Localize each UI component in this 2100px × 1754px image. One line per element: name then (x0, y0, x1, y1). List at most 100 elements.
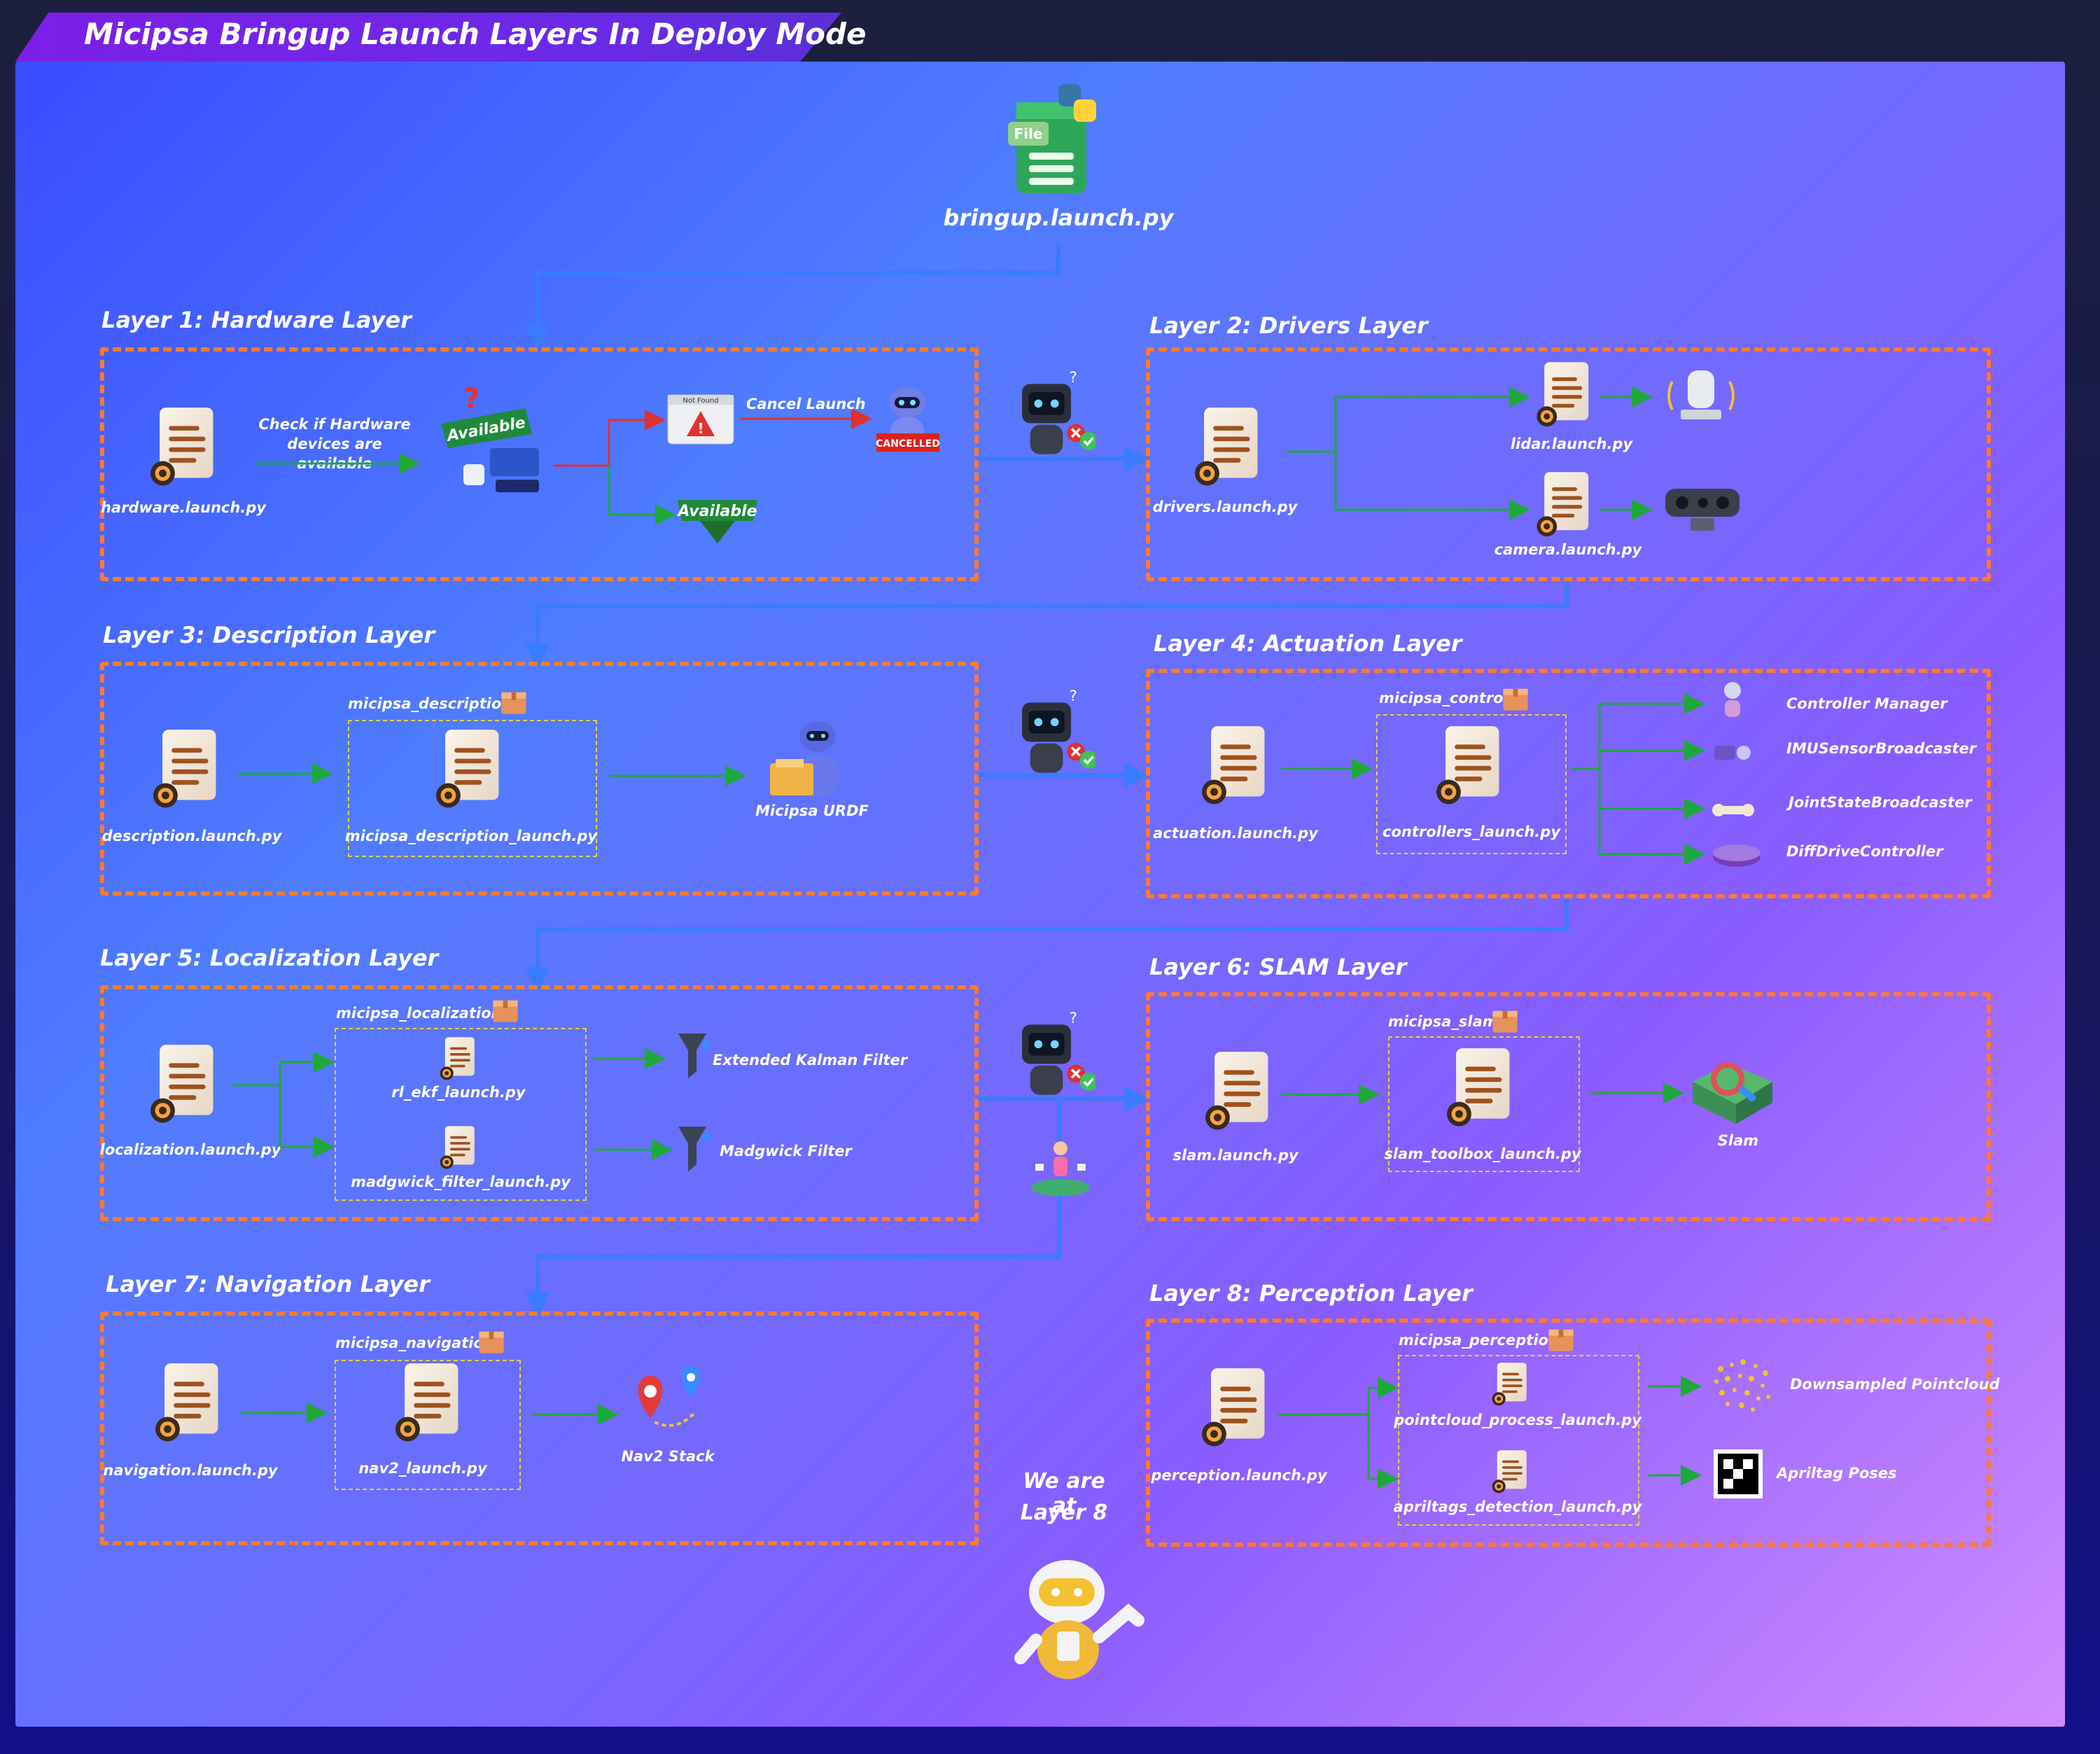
package-label: micipsa_slam (1388, 1013, 1498, 1030)
ekf-label: Extended Kalman Filter (713, 1052, 908, 1069)
python-file-icon: File (1008, 84, 1096, 193)
joint-broadcaster-label: JointStateBroadcaster (1788, 794, 1972, 811)
file-icon (146, 406, 223, 490)
file-icon (1200, 1050, 1278, 1134)
package-file-label: micipsa_description_launch.py (344, 828, 598, 844)
location-pin-icon (638, 1366, 701, 1427)
svg-text:!: ! (697, 420, 704, 437)
diffdrive-label: DiffDriveController (1786, 843, 1943, 860)
package-file-label: nav2_launch.py (358, 1460, 487, 1477)
file-icon (150, 1362, 227, 1446)
lidar-icon (1667, 370, 1735, 419)
file-icon (1533, 471, 1596, 541)
file-icon (1197, 1367, 1274, 1451)
nav2-label: Nav2 Stack (621, 1448, 715, 1465)
package-label: micipsa_description (348, 695, 512, 712)
check-robot-icon (983, 1008, 1110, 1106)
file-icon (146, 1043, 223, 1127)
file-icon (1432, 725, 1508, 809)
svg-text:Not Found: Not Found (682, 397, 718, 405)
layer2-file-label: drivers.launch.py (1152, 499, 1298, 515)
camera-file-label: camera.launch.py (1494, 541, 1642, 558)
available-badge-icon: Available (676, 500, 757, 543)
waypoint-person-icon (1031, 1141, 1090, 1196)
slam-label: Slam (1717, 1132, 1759, 1149)
controller-manager-label: Controller Manager (1786, 695, 1947, 712)
status-line2: Layer 8 (1020, 1501, 1108, 1525)
svg-text:File: File (1014, 125, 1043, 142)
imu-broadcaster-label: IMUSensorBroadcaster (1786, 740, 1977, 757)
layer6-file-label: slam.launch.py (1172, 1147, 1298, 1164)
layer5-title: Layer 5: Localization Layer (100, 945, 439, 971)
file-icon (438, 1036, 479, 1083)
package-icon (1490, 1005, 1520, 1036)
root-file-label: bringup.launch.py (943, 204, 1174, 231)
layer8-file-label: perception.launch.py (1151, 1467, 1327, 1484)
package-icon (490, 994, 521, 1025)
layer6-title: Layer 6: SLAM Layer (1149, 954, 1407, 980)
file-icon (1490, 1449, 1532, 1496)
pointcloud-label: Downsampled Pointcloud (1790, 1376, 2000, 1393)
file-icon (1490, 1362, 1532, 1408)
package-icon (476, 1325, 507, 1356)
svg-text:CANCELLED: CANCELLED (876, 438, 940, 450)
layer1-file-label: hardware.launch.py (100, 499, 267, 516)
not-found-icon: Not Found ! (667, 394, 734, 445)
layer5-file-label: localization.launch.py (99, 1141, 281, 1158)
slam-map-icon (1693, 1062, 1772, 1124)
urdf-label: Micipsa URDF (755, 802, 869, 819)
cancel-launch-label: Cancel Launch (746, 396, 866, 412)
package-file-label: controllers_launch.py (1382, 823, 1561, 840)
svg-text:Available: Available (676, 503, 757, 520)
mascot-robot-icon (1014, 1560, 1144, 1679)
hardware-devices-icon: ? Available (441, 383, 539, 492)
package-label: micipsa_navigation (335, 1335, 494, 1351)
package-icon (498, 686, 529, 717)
file-icon (1190, 406, 1267, 490)
imu-icon (1714, 746, 1751, 760)
file-icon (438, 1125, 479, 1171)
check-robot-icon (983, 368, 1110, 466)
layer7-box (100, 1311, 979, 1545)
layer7-title: Layer 7: Navigation Layer (106, 1271, 430, 1297)
layer4-title: Layer 4: Actuation Layer (1154, 630, 1462, 657)
filter-icon (678, 1127, 710, 1171)
layer1-title: Layer 1: Hardware Layer (102, 307, 412, 333)
check-hardware-label: Check if Hardware devices are available (258, 416, 411, 472)
package-file-label: slam_toolbox_launch.py (1384, 1146, 1581, 1162)
package-icon (1546, 1323, 1576, 1354)
layer7-file-label: navigation.launch.py (103, 1462, 278, 1479)
apriltag-label: Apriltag Poses (1777, 1465, 1897, 1482)
urdf-robot-icon (770, 721, 840, 797)
package-file-label: apriltags_detection_launch.py (1393, 1498, 1642, 1515)
layer3-file-label: description.launch.py (102, 828, 282, 844)
check-robot-icon (983, 686, 1110, 784)
file-icon (148, 728, 225, 812)
file-icon (1197, 725, 1274, 809)
file-icon (1442, 1047, 1519, 1131)
camera-icon (1665, 489, 1740, 531)
package-file-label: madgwick_filter_launch.py (351, 1174, 570, 1190)
page-title: Micipsa Bringup Launch Layers In Deploy … (84, 17, 867, 51)
package-label: micipsa_localization (336, 1005, 502, 1022)
madgwick-label: Madgwick Filter (720, 1143, 852, 1160)
controller-manager-icon (1724, 682, 1741, 717)
lidar-file-label: lidar.launch.py (1510, 436, 1633, 452)
diffdrive-icon (1713, 844, 1760, 867)
cancelled-robot-icon: CANCELLED (876, 387, 940, 452)
package-icon (1500, 683, 1531, 714)
file-icon (1533, 361, 1596, 431)
apriltag-icon (1714, 1449, 1763, 1498)
package-label: micipsa_control (1379, 690, 1508, 707)
layer8-title: Layer 8: Perception Layer (1149, 1280, 1473, 1307)
package-file-label: pointcloud_process_launch.py (1394, 1412, 1642, 1428)
layer3-title: Layer 3: Description Layer (103, 622, 435, 648)
package-label: micipsa_perception (1399, 1332, 1559, 1349)
file-icon (431, 728, 508, 812)
svg-text:?: ? (463, 383, 479, 415)
layer4-file-label: actuation.launch.py (1153, 825, 1318, 842)
pointcloud-icon (1714, 1359, 1770, 1412)
joint-icon (1712, 804, 1754, 816)
file-icon (391, 1362, 468, 1446)
package-file-label: rl_ekf_launch.py (391, 1084, 526, 1101)
